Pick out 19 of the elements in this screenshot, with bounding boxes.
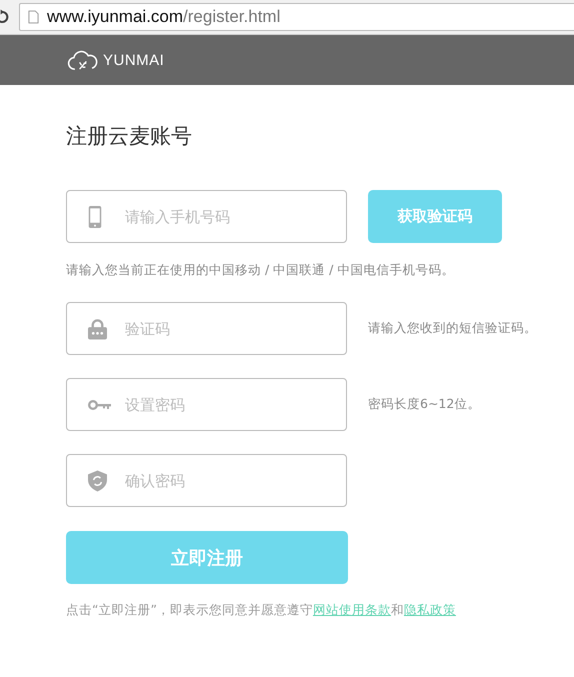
logo-text[interactable]: YUNMAI [103,52,164,68]
reload-icon[interactable] [0,9,9,25]
field-hint: 请输入您收到的短信验证码。 [368,320,537,337]
get-code-button[interactable]: 获取验证码 [368,190,502,243]
terms-link[interactable]: 网站使用条款 [312,602,391,617]
page-icon [28,10,39,24]
page-title: 注册云麦账号 [66,123,193,150]
field-hint: 请输入您当前正在使用的中国移动 / 中国联通 / 中国电信手机号码。 [66,261,456,279]
input-field[interactable]: 验证码 [66,302,347,355]
terms-link[interactable]: 隐私政策 [404,602,456,617]
input-field[interactable]: 确认密码 [66,454,347,507]
address-bar[interactable]: www.iyunmai.com/register.html [19,3,574,31]
cloud-logo-icon[interactable] [66,50,99,70]
url-text: www.iyunmai.com/register.html [47,7,280,27]
input-field[interactable]: 请输入手机号码 [66,190,347,243]
register-button[interactable]: 立即注册 [66,531,348,584]
input-field[interactable]: 设置密码 [66,378,347,431]
field-hint: 密码长度6~12位。 [368,396,480,413]
terms-text: 点击“立即注册”，即表示您同意并愿意遵守网站使用条款和隐私政策 [66,601,457,619]
